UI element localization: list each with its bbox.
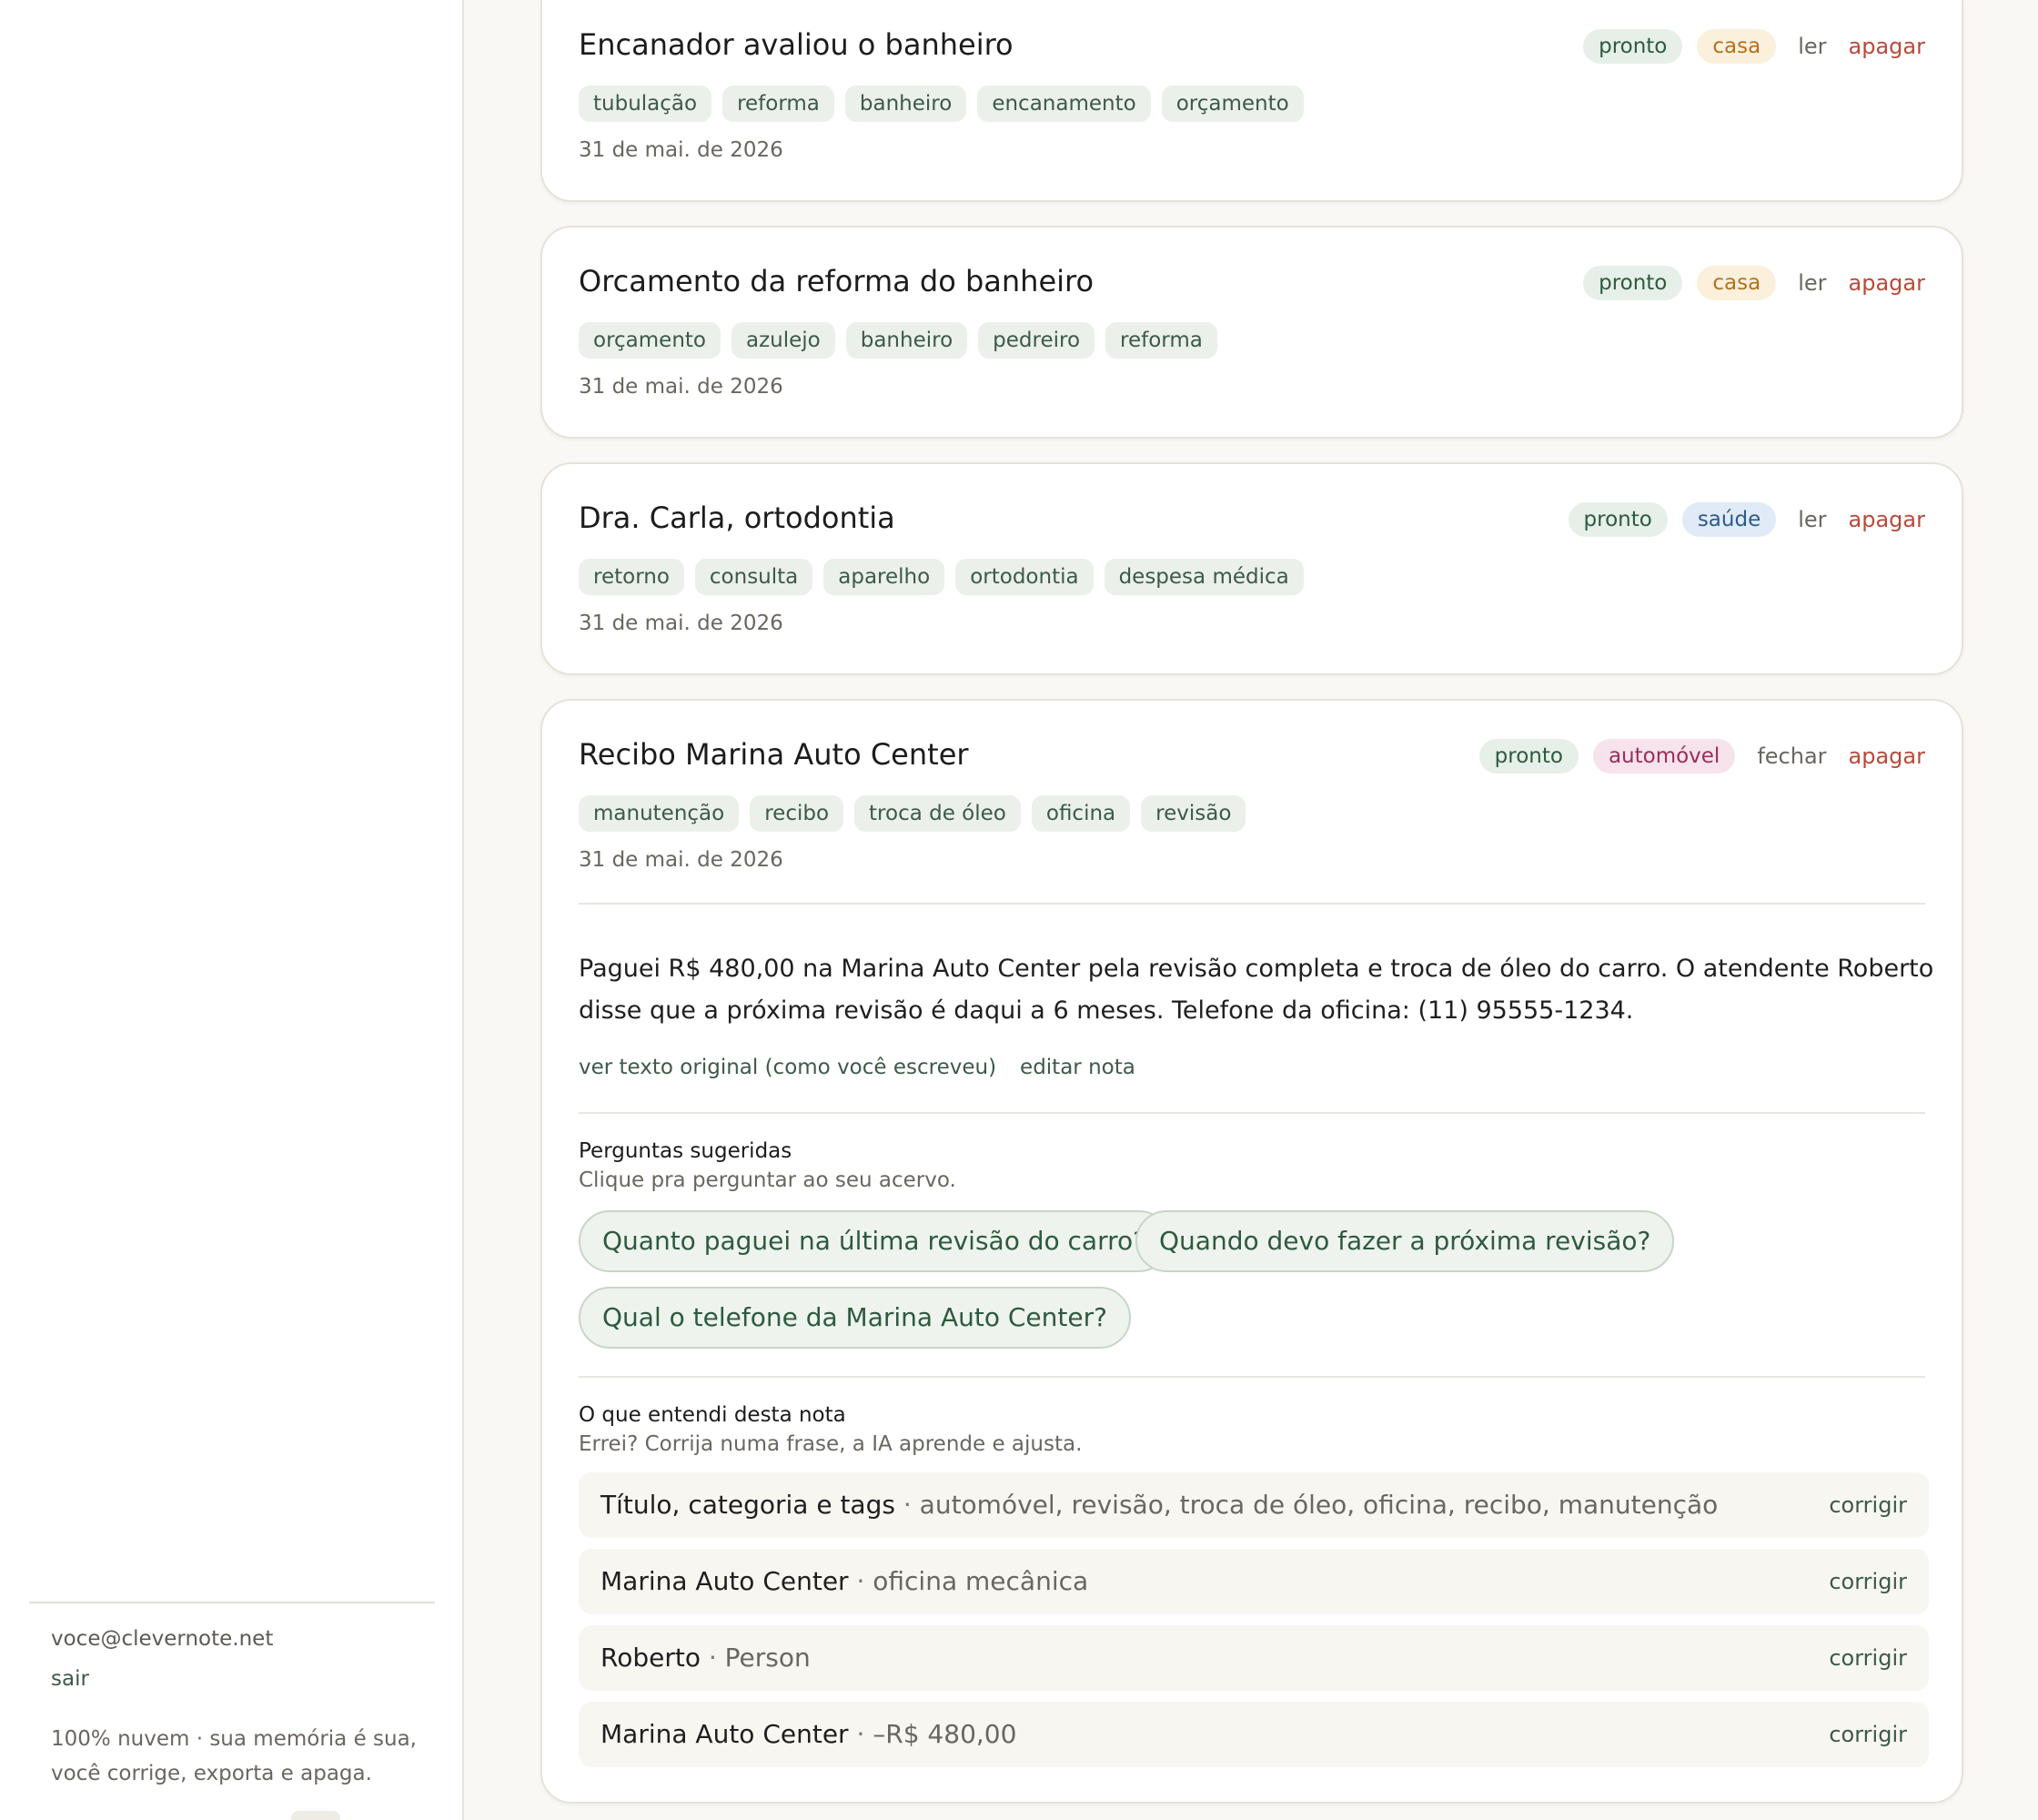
note-card-expanded[interactable]: Recibo Marina Auto Center pronto automóv… [540,699,1963,1804]
delete-link[interactable]: apagar [1849,507,1925,532]
suggested-question-button[interactable]: Quando devo fazer a próxima revisão? [1135,1210,1675,1272]
delete-link[interactable]: apagar [1849,34,1925,59]
category-badge: saúde [1681,502,1777,537]
suggested-question-button[interactable]: Quanto paguei na última revisão do carro… [579,1210,1170,1272]
note-title[interactable]: Dra. Carla, ortodontia [579,500,895,535]
note-title[interactable]: Encanador avaliou o banheiro [579,27,1014,62]
sidebar-toggle-button[interactable] [291,1811,340,1820]
tag[interactable]: azulejo [731,322,835,359]
fact-key: Marina Auto Center [600,1719,849,1749]
note-body: Paguei R$ 480,00 na Marina Auto Center p… [579,955,1934,1025]
suggested-question-button[interactable]: Qual o telefone da Marina Auto Center? [579,1287,1131,1349]
fact-row: Roberto · Person corrigir [579,1625,1929,1691]
status-badge: pronto [1583,266,1683,300]
fix-button[interactable]: corrigir [1829,1702,1907,1767]
tag[interactable]: reforma [722,86,834,122]
logout-link[interactable]: sair [51,1667,89,1691]
tag[interactable]: troca de óleo [854,795,1021,832]
delete-link[interactable]: apagar [1849,743,1925,769]
fix-button[interactable]: corrigir [1829,1472,1907,1538]
divider [579,903,1925,905]
tag[interactable]: orçamento [579,322,721,359]
note-card[interactable]: Orcamento da reforma do banheiro pronto … [540,226,1963,439]
close-link[interactable]: fechar [1757,743,1826,769]
tag[interactable]: reforma [1105,322,1217,359]
fact-value: Person [724,1643,811,1673]
tag[interactable]: aparelho [823,559,945,595]
sidebar-divider [29,1602,435,1603]
note-card[interactable]: Encanador avaliou o banheiro pronto casa… [540,0,1963,202]
edit-note-link[interactable]: editar nota [1020,1056,1135,1079]
fact-key: Título, categoria e tags [600,1490,895,1520]
tag[interactable]: tubulação [579,86,712,122]
read-link[interactable]: ler [1798,507,1826,532]
delete-link[interactable]: apagar [1849,270,1925,296]
tag[interactable]: oficina [1031,795,1131,832]
status-badge: pronto [1568,502,1668,537]
note-title[interactable]: Recibo Marina Auto Center [579,737,969,772]
fix-button[interactable]: corrigir [1829,1549,1907,1614]
fact-row: Título, categoria e tags · automóvel, re… [579,1472,1929,1538]
divider [579,1376,1925,1378]
tag[interactable]: despesa médica [1104,559,1304,595]
fix-button[interactable]: corrigir [1829,1625,1907,1691]
fact-separator: · [894,1490,920,1520]
tag[interactable]: manutenção [579,795,740,832]
fact-value: automóvel, revisão, troca de óleo, ofici… [919,1490,1719,1520]
suggested-questions-subtitle: Clique pra perguntar ao seu acervo. [579,1168,956,1192]
understood-subtitle: Errei? Corrija numa frase, a IA aprende … [579,1432,1083,1456]
sidebar-footer-text: 100% nuvem · sua memória é sua, você cor… [51,1727,417,1785]
tag[interactable]: retorno [579,559,684,595]
tag-list: tubulação reforma banheiro encanamento o… [579,86,1304,122]
tag[interactable]: banheiro [845,322,968,359]
fact-value: –R$ 480,00 [873,1719,1017,1749]
tag[interactable]: pedreiro [978,322,1095,359]
suggested-questions-title: Perguntas sugeridas [579,1139,792,1163]
fact-key: Roberto [600,1643,701,1673]
note-date: 31 de mai. de 2026 [579,612,783,635]
fact-key: Marina Auto Center [600,1566,849,1596]
tag[interactable]: recibo [750,795,844,832]
read-link[interactable]: ler [1798,270,1826,296]
note-date: 31 de mai. de 2026 [579,375,783,399]
tag[interactable]: consulta [694,559,813,595]
note-date: 31 de mai. de 2026 [579,138,783,162]
fact-row: Marina Auto Center · oficina mecânica co… [579,1549,1929,1614]
tag[interactable]: encanamento [977,86,1151,122]
tag[interactable]: banheiro [844,86,967,122]
status-badge: pronto [1583,29,1683,64]
sidebar: voce@clevernote.net sair 100% nuvem · su… [0,0,464,1820]
fact-separator: · [848,1719,873,1749]
category-badge: casa [1697,266,1777,300]
fact-value: oficina mecânica [873,1566,1089,1596]
category-badge: automóvel [1592,739,1736,774]
status-badge: pronto [1478,739,1579,774]
fact-separator: · [848,1566,873,1596]
tag[interactable]: orçamento [1161,86,1304,122]
tag-list: retorno consulta aparelho ortodontia des… [579,559,1304,595]
fact-row: Marina Auto Center · –R$ 480,00 corrigir [579,1702,1929,1767]
understood-title: O que entendi desta nota [579,1403,846,1427]
tag[interactable]: revisão [1141,795,1246,832]
note-title[interactable]: Orcamento da reforma do banheiro [579,264,1094,298]
tag[interactable]: ortodontia [955,559,1094,595]
tag-list: orçamento azulejo banheiro pedreiro refo… [579,322,1217,359]
note-date: 31 de mai. de 2026 [579,848,783,872]
divider [579,1112,1925,1114]
note-card[interactable]: Dra. Carla, ortodontia pronto saúde ler … [540,462,1963,675]
tag-list: manutenção recibo troca de óleo oficina … [579,795,1246,832]
category-badge: casa [1697,29,1777,64]
view-original-link[interactable]: ver texto original (como você escreveu) [579,1056,996,1079]
fact-separator: · [700,1643,725,1673]
read-link[interactable]: ler [1798,34,1826,59]
account-email: voce@clevernote.net [51,1627,274,1651]
